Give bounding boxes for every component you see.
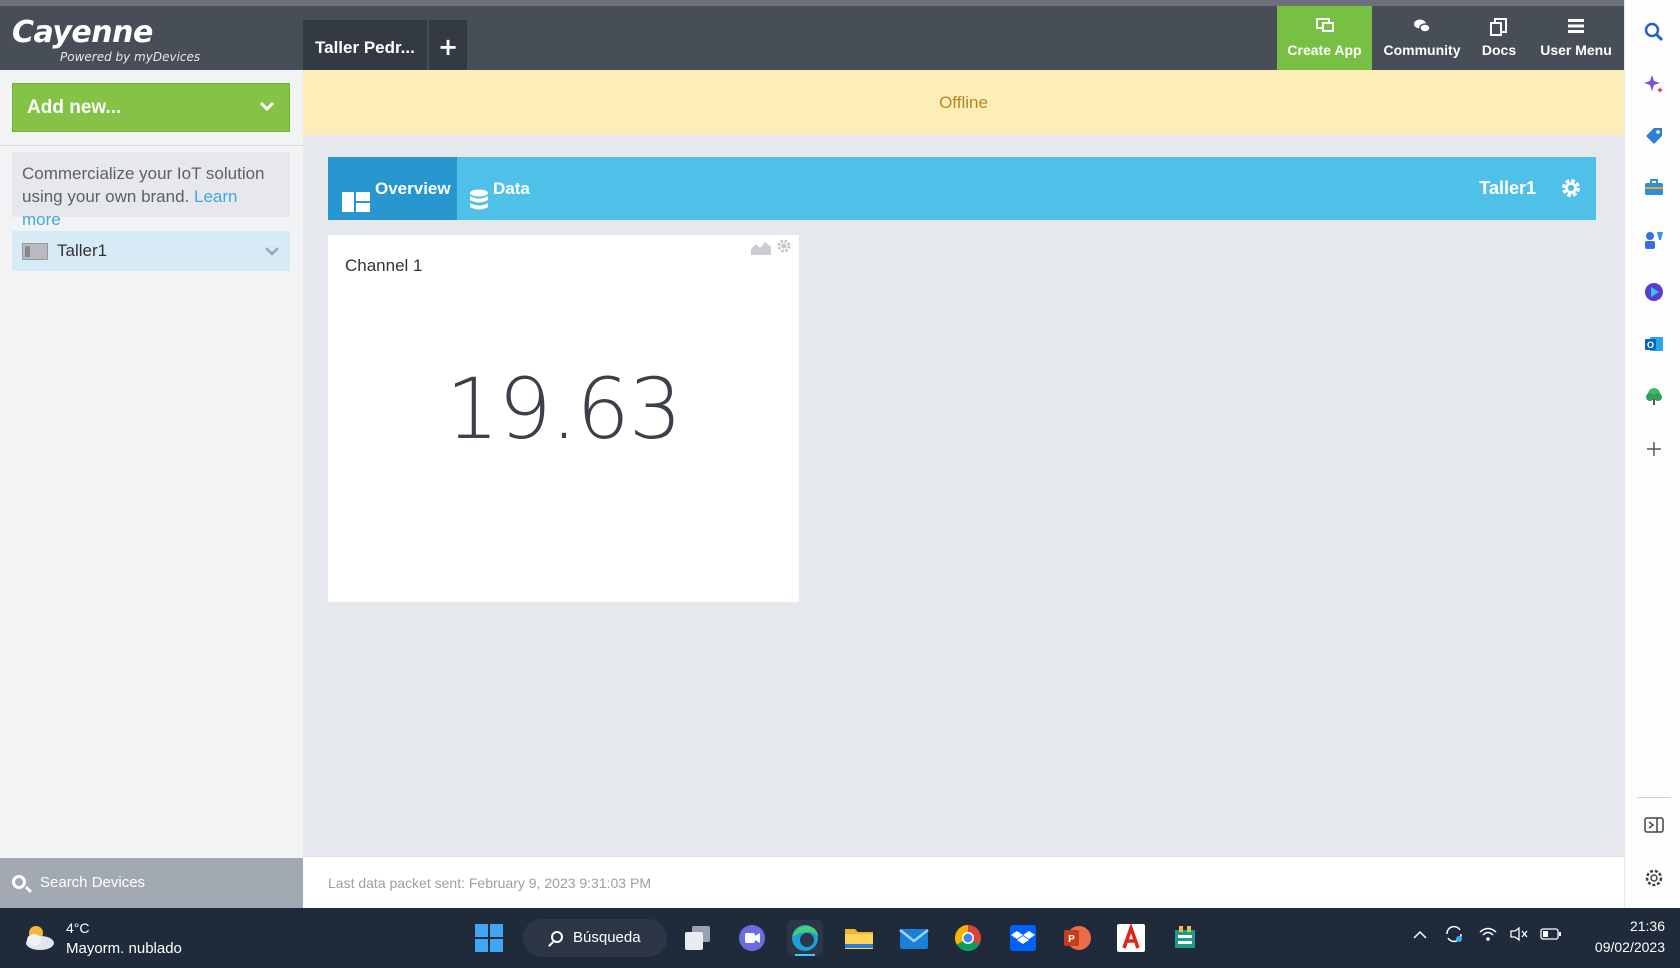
- create-app-button[interactable]: Create App: [1277, 6, 1372, 70]
- device-label: Taller1: [57, 241, 108, 260]
- tab-overview-label: Overview: [375, 179, 451, 198]
- chrome-icon[interactable]: [950, 920, 986, 956]
- system-clock[interactable]: 21:36 09/02/2023: [1575, 916, 1665, 958]
- device-title: Taller1: [1479, 178, 1536, 198]
- dashboard-icon: [342, 175, 370, 212]
- user-menu-label: User Menu: [1540, 42, 1612, 58]
- logo-main-text: Cayenne: [12, 15, 153, 50]
- tab-data-label: Data: [493, 179, 530, 198]
- windows-start-icon[interactable]: [471, 920, 507, 956]
- device-item-taller1[interactable]: Taller1: [12, 231, 290, 271]
- briefcase-icon[interactable]: [1643, 178, 1665, 200]
- teams-chat-icon[interactable]: [734, 920, 770, 956]
- device-icon: [22, 243, 48, 260]
- edge-browser-icon[interactable]: [787, 920, 823, 956]
- add-project-button[interactable]: +: [429, 20, 467, 76]
- cayenne-logo[interactable]: Cayenne Powered by myDevices: [12, 15, 200, 65]
- docs-button[interactable]: Docs: [1474, 6, 1524, 70]
- games-icon[interactable]: [1643, 230, 1665, 252]
- sidebar-divider: [0, 145, 303, 146]
- collapse-sidebar-icon[interactable]: [1643, 816, 1665, 838]
- dropbox-icon[interactable]: [1005, 920, 1041, 956]
- acrobat-icon[interactable]: [1113, 920, 1149, 956]
- file-explorer-icon[interactable]: [841, 920, 877, 956]
- settings-gear-icon[interactable]: [1643, 868, 1665, 890]
- docs-icon: [1474, 18, 1524, 38]
- powerpoint-icon[interactable]: P: [1059, 920, 1095, 956]
- device-tabs-bar: Overview Data Taller1: [328, 157, 1596, 220]
- chevron-down-icon[interactable]: [264, 231, 280, 271]
- task-view-icon[interactable]: [680, 920, 716, 956]
- last-packet-text: Last data packet sent: February 9, 2023 …: [328, 875, 651, 891]
- svg-text:P: P: [1068, 934, 1075, 945]
- promo-box: Commercialize your IoT solution using yo…: [12, 152, 290, 229]
- tree-icon[interactable]: [1643, 386, 1665, 408]
- outlook-icon[interactable]: O: [1643, 334, 1665, 356]
- community-button[interactable]: Community: [1377, 6, 1467, 70]
- create-app-label: Create App: [1287, 42, 1362, 58]
- taskbar-search-label: Búsqueda: [573, 929, 641, 946]
- tab-data[interactable]: Data: [457, 157, 547, 220]
- clock-time: 21:36: [1629, 918, 1665, 934]
- edge-divider: [1637, 797, 1671, 798]
- clock-date: 09/02/2023: [1594, 939, 1665, 955]
- top-header: Cayenne Powered by myDevices Taller Pedr…: [0, 0, 1624, 76]
- project-tab[interactable]: Taller Pedr...: [303, 20, 427, 76]
- docs-label: Docs: [1481, 42, 1517, 58]
- taskbar-search[interactable]: Búsqueda: [523, 919, 667, 957]
- weather-temp: 4°C: [66, 920, 90, 936]
- svg-text:O: O: [1647, 340, 1654, 350]
- search-devices-label: Search Devices: [40, 874, 146, 891]
- channel-widget[interactable]: Channel 1 19.63: [328, 235, 799, 602]
- search-icon: [12, 875, 26, 889]
- hamburger-icon: [1534, 18, 1618, 38]
- search-devices-bar[interactable]: Search Devices: [0, 858, 303, 908]
- sync-icon[interactable]: [1443, 923, 1465, 950]
- widget-gear-icon[interactable]: [776, 238, 792, 258]
- search-icon[interactable]: [1643, 22, 1665, 44]
- chart-icon[interactable]: [751, 240, 771, 255]
- logo-sub-text: Powered by myDevices: [60, 50, 201, 64]
- cloudy-weather-icon: [22, 922, 56, 952]
- add-icon[interactable]: [1643, 440, 1665, 462]
- chevron-down-icon: [259, 84, 275, 131]
- widget-value: 19.63: [445, 360, 682, 458]
- bing-chat-icon[interactable]: [1643, 282, 1665, 304]
- chevron-up-icon[interactable]: [1412, 926, 1428, 946]
- mail-icon[interactable]: [896, 920, 932, 956]
- speaker-muted-icon[interactable]: [1509, 926, 1529, 947]
- widget-title: Channel 1: [345, 256, 423, 275]
- browser-edge-sidebar: O: [1624, 0, 1680, 908]
- status-footer: Last data packet sent: February 9, 2023 …: [303, 856, 1624, 908]
- community-label: Community: [1383, 42, 1461, 58]
- windows-taskbar: 4°C Mayorm. nublado Búsqueda P 21:36 09/…: [0, 908, 1680, 968]
- weather-widget[interactable]: 4°C Mayorm. nublado: [22, 918, 222, 960]
- battery-icon[interactable]: [1540, 926, 1562, 946]
- offline-banner: Offline: [303, 70, 1624, 135]
- gear-icon[interactable]: [1560, 177, 1582, 199]
- database-icon: [469, 176, 489, 210]
- user-menu-button[interactable]: User Menu: [1534, 6, 1618, 70]
- sparkle-icon[interactable]: [1643, 74, 1665, 96]
- offline-status-text: Offline: [939, 93, 988, 112]
- add-new-dropdown[interactable]: Add new...: [12, 83, 290, 132]
- chat-bubbles-icon: [1377, 18, 1467, 38]
- app-icon[interactable]: [1167, 920, 1203, 956]
- weather-desc: Mayorm. nublado: [66, 940, 182, 957]
- wifi-icon[interactable]: [1478, 926, 1498, 947]
- left-sidebar: Add new... Commercialize your IoT soluti…: [0, 70, 303, 860]
- tag-icon[interactable]: [1643, 126, 1665, 148]
- add-new-label: Add new...: [27, 97, 122, 118]
- create-app-icon: [1277, 18, 1372, 38]
- tab-overview[interactable]: Overview: [328, 157, 457, 220]
- search-icon: [551, 931, 563, 943]
